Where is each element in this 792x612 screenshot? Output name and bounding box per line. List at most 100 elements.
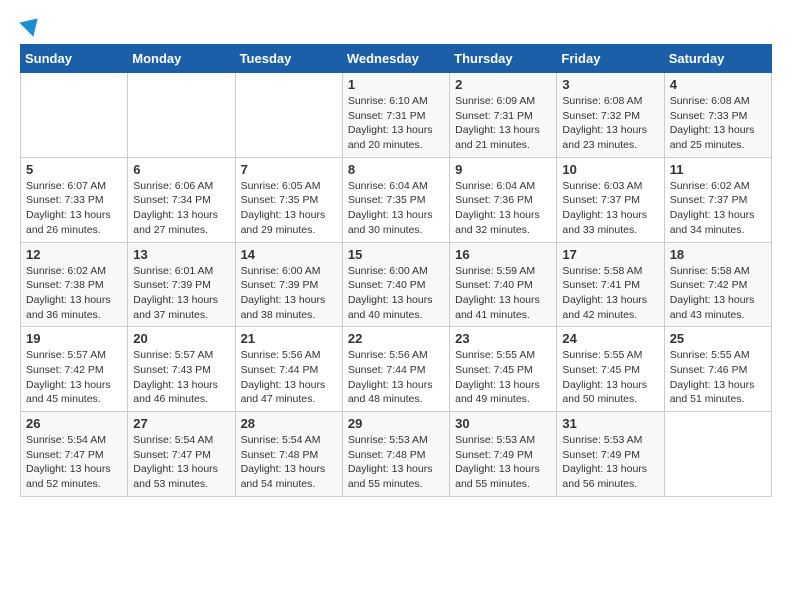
day-number: 25 (670, 331, 766, 346)
calendar-body: 1 Sunrise: 6:10 AM Sunset: 7:31 PM Daylig… (21, 73, 772, 497)
day-number: 29 (348, 416, 444, 431)
calendar-cell: 6 Sunrise: 6:06 AM Sunset: 7:34 PM Daylig… (128, 157, 235, 242)
calendar-week-row: 12 Sunrise: 6:02 AM Sunset: 7:38 PM Dayli… (21, 242, 772, 327)
day-info: Sunrise: 6:03 AM Sunset: 7:37 PM Dayligh… (562, 179, 658, 238)
day-number: 1 (348, 77, 444, 92)
calendar-cell (664, 412, 771, 497)
day-info: Sunrise: 5:54 AM Sunset: 7:47 PM Dayligh… (133, 433, 229, 492)
day-info: Sunrise: 5:55 AM Sunset: 7:45 PM Dayligh… (562, 348, 658, 407)
calendar-cell (21, 73, 128, 158)
day-info: Sunrise: 6:08 AM Sunset: 7:33 PM Dayligh… (670, 94, 766, 153)
calendar-cell: 11 Sunrise: 6:02 AM Sunset: 7:37 PM Dayli… (664, 157, 771, 242)
calendar-cell: 24 Sunrise: 5:55 AM Sunset: 7:45 PM Dayli… (557, 327, 664, 412)
day-info: Sunrise: 6:04 AM Sunset: 7:36 PM Dayligh… (455, 179, 551, 238)
day-number: 2 (455, 77, 551, 92)
day-number: 8 (348, 162, 444, 177)
day-info: Sunrise: 5:58 AM Sunset: 7:42 PM Dayligh… (670, 264, 766, 323)
day-info: Sunrise: 6:01 AM Sunset: 7:39 PM Dayligh… (133, 264, 229, 323)
day-info: Sunrise: 5:54 AM Sunset: 7:48 PM Dayligh… (241, 433, 337, 492)
day-number: 22 (348, 331, 444, 346)
calendar-cell: 13 Sunrise: 6:01 AM Sunset: 7:39 PM Dayli… (128, 242, 235, 327)
day-number: 19 (26, 331, 122, 346)
calendar-cell (128, 73, 235, 158)
day-info: Sunrise: 6:09 AM Sunset: 7:31 PM Dayligh… (455, 94, 551, 153)
day-number: 14 (241, 247, 337, 262)
calendar-cell (235, 73, 342, 158)
day-info: Sunrise: 5:55 AM Sunset: 7:45 PM Dayligh… (455, 348, 551, 407)
calendar-header-wednesday: Wednesday (342, 45, 449, 73)
calendar-header-friday: Friday (557, 45, 664, 73)
day-info: Sunrise: 6:07 AM Sunset: 7:33 PM Dayligh… (26, 179, 122, 238)
day-info: Sunrise: 6:02 AM Sunset: 7:37 PM Dayligh… (670, 179, 766, 238)
day-info: Sunrise: 6:04 AM Sunset: 7:35 PM Dayligh… (348, 179, 444, 238)
day-info: Sunrise: 6:05 AM Sunset: 7:35 PM Dayligh… (241, 179, 337, 238)
calendar-cell: 2 Sunrise: 6:09 AM Sunset: 7:31 PM Daylig… (450, 73, 557, 158)
day-number: 9 (455, 162, 551, 177)
calendar-cell: 7 Sunrise: 6:05 AM Sunset: 7:35 PM Daylig… (235, 157, 342, 242)
calendar-week-row: 5 Sunrise: 6:07 AM Sunset: 7:33 PM Daylig… (21, 157, 772, 242)
calendar-week-row: 26Sunrise: 5:54 AM Sunset: 7:47 PM Dayli… (21, 412, 772, 497)
calendar-cell: 14 Sunrise: 6:00 AM Sunset: 7:39 PM Dayli… (235, 242, 342, 327)
calendar-header-tuesday: Tuesday (235, 45, 342, 73)
day-number: 12 (26, 247, 122, 262)
calendar-cell: 22Sunrise: 5:56 AM Sunset: 7:44 PM Dayli… (342, 327, 449, 412)
calendar-cell: 25Sunrise: 5:55 AM Sunset: 7:46 PM Dayli… (664, 327, 771, 412)
day-info: Sunrise: 5:53 AM Sunset: 7:48 PM Dayligh… (348, 433, 444, 492)
page: SundayMondayTuesdayWednesdayThursdayFrid… (0, 0, 792, 512)
calendar-cell: 29 Sunrise: 5:53 AM Sunset: 7:48 PM Dayli… (342, 412, 449, 497)
calendar-header-row: SundayMondayTuesdayWednesdayThursdayFrid… (21, 45, 772, 73)
calendar-header-sunday: Sunday (21, 45, 128, 73)
day-number: 4 (670, 77, 766, 92)
day-info: Sunrise: 5:53 AM Sunset: 7:49 PM Dayligh… (455, 433, 551, 492)
day-info: Sunrise: 5:57 AM Sunset: 7:42 PM Dayligh… (26, 348, 122, 407)
calendar-cell: 19 Sunrise: 5:57 AM Sunset: 7:42 PM Dayli… (21, 327, 128, 412)
day-number: 5 (26, 162, 122, 177)
day-number: 24 (562, 331, 658, 346)
calendar-cell: 30 Sunrise: 5:53 AM Sunset: 7:49 PM Dayli… (450, 412, 557, 497)
day-number: 13 (133, 247, 229, 262)
day-info: Sunrise: 5:57 AM Sunset: 7:43 PM Dayligh… (133, 348, 229, 407)
calendar-cell: 23 Sunrise: 5:55 AM Sunset: 7:45 PM Dayli… (450, 327, 557, 412)
day-info: Sunrise: 5:58 AM Sunset: 7:41 PM Dayligh… (562, 264, 658, 323)
calendar-cell: 18 Sunrise: 5:58 AM Sunset: 7:42 PM Dayli… (664, 242, 771, 327)
day-info: Sunrise: 6:00 AM Sunset: 7:39 PM Dayligh… (241, 264, 337, 323)
day-info: Sunrise: 6:08 AM Sunset: 7:32 PM Dayligh… (562, 94, 658, 153)
calendar-cell: 4 Sunrise: 6:08 AM Sunset: 7:33 PM Daylig… (664, 73, 771, 158)
calendar-cell: 1 Sunrise: 6:10 AM Sunset: 7:31 PM Daylig… (342, 73, 449, 158)
calendar-cell: 5 Sunrise: 6:07 AM Sunset: 7:33 PM Daylig… (21, 157, 128, 242)
day-info: Sunrise: 6:10 AM Sunset: 7:31 PM Dayligh… (348, 94, 444, 153)
calendar-cell: 12 Sunrise: 6:02 AM Sunset: 7:38 PM Dayli… (21, 242, 128, 327)
day-number: 7 (241, 162, 337, 177)
calendar-cell: 8 Sunrise: 6:04 AM Sunset: 7:35 PM Daylig… (342, 157, 449, 242)
day-info: Sunrise: 6:00 AM Sunset: 7:40 PM Dayligh… (348, 264, 444, 323)
calendar-week-row: 1 Sunrise: 6:10 AM Sunset: 7:31 PM Daylig… (21, 73, 772, 158)
day-info: Sunrise: 5:59 AM Sunset: 7:40 PM Dayligh… (455, 264, 551, 323)
day-number: 21 (241, 331, 337, 346)
day-number: 16 (455, 247, 551, 262)
calendar-cell: 27Sunrise: 5:54 AM Sunset: 7:47 PM Dayli… (128, 412, 235, 497)
logo (20, 20, 42, 32)
day-number: 11 (670, 162, 766, 177)
calendar-cell: 17Sunrise: 5:58 AM Sunset: 7:41 PM Dayli… (557, 242, 664, 327)
header (20, 20, 772, 32)
day-number: 20 (133, 331, 229, 346)
calendar-cell: 20 Sunrise: 5:57 AM Sunset: 7:43 PM Dayli… (128, 327, 235, 412)
day-number: 6 (133, 162, 229, 177)
calendar-cell: 16 Sunrise: 5:59 AM Sunset: 7:40 PM Dayli… (450, 242, 557, 327)
calendar-cell: 3 Sunrise: 6:08 AM Sunset: 7:32 PM Daylig… (557, 73, 664, 158)
calendar-header-saturday: Saturday (664, 45, 771, 73)
day-info: Sunrise: 5:53 AM Sunset: 7:49 PM Dayligh… (562, 433, 658, 492)
day-number: 31 (562, 416, 658, 431)
calendar-cell: 21 Sunrise: 5:56 AM Sunset: 7:44 PM Dayli… (235, 327, 342, 412)
calendar-week-row: 19 Sunrise: 5:57 AM Sunset: 7:42 PM Dayli… (21, 327, 772, 412)
calendar-header-monday: Monday (128, 45, 235, 73)
day-info: Sunrise: 6:02 AM Sunset: 7:38 PM Dayligh… (26, 264, 122, 323)
day-number: 30 (455, 416, 551, 431)
day-number: 23 (455, 331, 551, 346)
day-number: 3 (562, 77, 658, 92)
calendar-header-thursday: Thursday (450, 45, 557, 73)
day-info: Sunrise: 5:54 AM Sunset: 7:47 PM Dayligh… (26, 433, 122, 492)
day-number: 18 (670, 247, 766, 262)
day-info: Sunrise: 6:06 AM Sunset: 7:34 PM Dayligh… (133, 179, 229, 238)
day-info: Sunrise: 5:56 AM Sunset: 7:44 PM Dayligh… (241, 348, 337, 407)
